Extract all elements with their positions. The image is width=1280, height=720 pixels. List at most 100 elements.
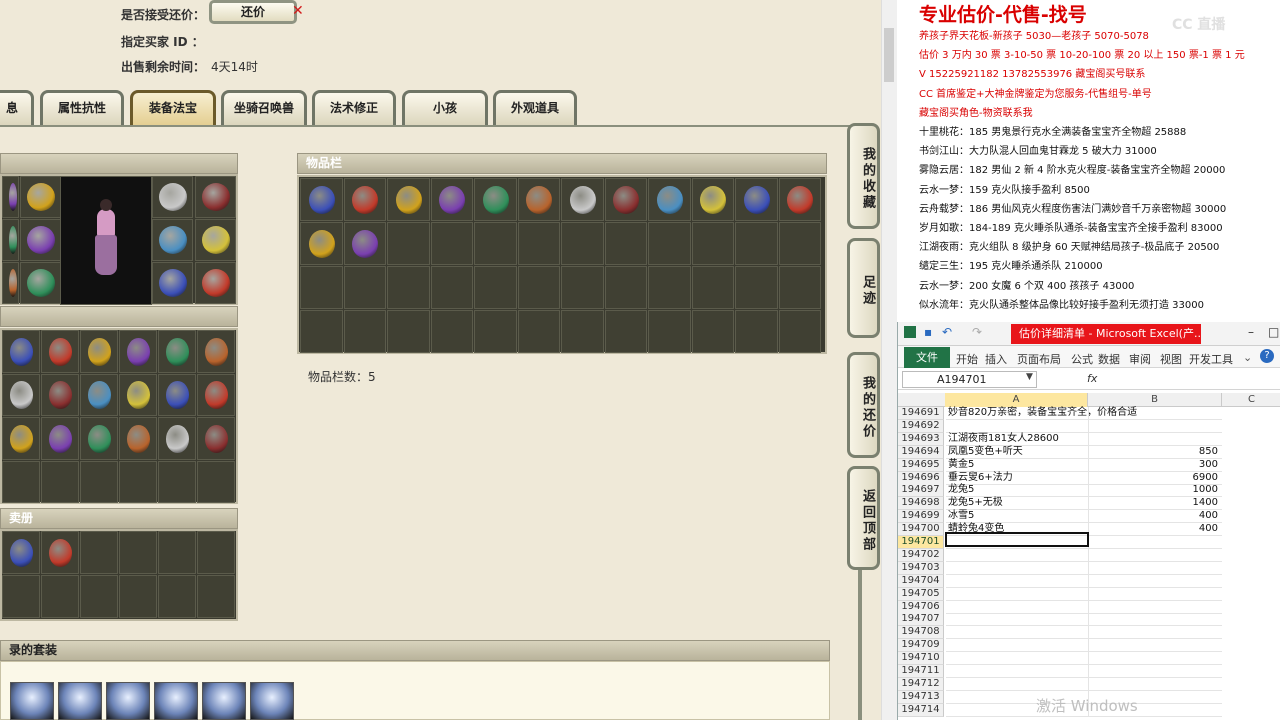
cell-b[interactable]: [1088, 407, 1222, 420]
item-slot[interactable]: [604, 310, 647, 353]
item-slot[interactable]: [158, 531, 196, 574]
cell-a[interactable]: [946, 575, 1088, 588]
item-slot[interactable]: [197, 531, 235, 574]
item-slot[interactable]: [158, 373, 196, 416]
column-header-a[interactable]: A: [945, 393, 1088, 407]
item-slot[interactable]: [80, 460, 118, 503]
my-favorites-button[interactable]: 我的收藏: [847, 123, 880, 229]
item-slot[interactable]: [41, 330, 79, 373]
row-number[interactable]: 194695: [898, 458, 944, 472]
item-slot[interactable]: [2, 373, 40, 416]
cell-b[interactable]: [1088, 419, 1222, 433]
page-scrollbar-thumb[interactable]: [884, 28, 894, 82]
fx-icon[interactable]: fx: [1087, 372, 1097, 385]
row-number[interactable]: 194698: [898, 497, 944, 511]
row-number[interactable]: 194700: [898, 523, 944, 537]
ribbon-collapse-icon[interactable]: ⌄: [1243, 351, 1252, 364]
row-number[interactable]: 194705: [898, 587, 944, 601]
ribbon-tab[interactable]: 插入: [985, 351, 1007, 367]
item-slot[interactable]: [430, 310, 473, 353]
cell-b[interactable]: [1088, 432, 1222, 446]
item-slot[interactable]: [300, 266, 343, 309]
item-slot[interactable]: [80, 575, 118, 618]
cell-b[interactable]: [1088, 639, 1222, 653]
tab-info[interactable]: 息: [0, 90, 34, 125]
cell-a[interactable]: [946, 639, 1088, 653]
equipment-slot[interactable]: [20, 262, 61, 304]
cell-b[interactable]: [1088, 613, 1222, 627]
ribbon-tab[interactable]: 开始: [956, 351, 978, 367]
cell-b[interactable]: 1400: [1088, 497, 1222, 511]
cell-b[interactable]: 300: [1088, 458, 1222, 472]
item-slot[interactable]: [430, 266, 473, 309]
item-slot[interactable]: [119, 531, 157, 574]
item-slot[interactable]: [119, 330, 157, 373]
item-slot[interactable]: [158, 417, 196, 460]
item-slot[interactable]: [648, 178, 691, 221]
file-tab[interactable]: 文件: [904, 347, 950, 368]
save-icon[interactable]: ▪: [924, 325, 932, 339]
item-slot[interactable]: [430, 178, 473, 221]
cell-b[interactable]: [1088, 587, 1222, 601]
row-number[interactable]: 194691: [898, 407, 944, 420]
item-slot[interactable]: [778, 178, 821, 221]
cell-b[interactable]: [1088, 626, 1222, 640]
equipment-slot[interactable]: [152, 219, 193, 261]
tab-children[interactable]: 小孩: [402, 90, 488, 125]
cell-b[interactable]: [1088, 536, 1222, 549]
item-slot[interactable]: [474, 310, 517, 353]
row-number[interactable]: 194693: [898, 432, 944, 446]
item-slot[interactable]: [474, 178, 517, 221]
row-number[interactable]: 194710: [898, 652, 944, 666]
row-number[interactable]: 194708: [898, 626, 944, 640]
item-slot[interactable]: [387, 222, 430, 265]
item-slot[interactable]: [2, 417, 40, 460]
item-slot[interactable]: [80, 373, 118, 416]
item-slot[interactable]: [474, 222, 517, 265]
cell-a[interactable]: 龙兔5: [946, 484, 1088, 498]
row-number[interactable]: 194696: [898, 471, 944, 485]
cell-a[interactable]: 龙兔5+无极: [946, 497, 1088, 511]
item-slot[interactable]: [158, 330, 196, 373]
ribbon-tab[interactable]: 开发工具: [1189, 351, 1233, 367]
cell-a[interactable]: [946, 562, 1088, 575]
active-cell[interactable]: [945, 532, 1089, 547]
my-haggles-button[interactable]: 我的还价: [847, 352, 880, 458]
item-slot[interactable]: [2, 460, 40, 503]
suit-icon[interactable]: [250, 682, 294, 720]
item-slot[interactable]: [119, 417, 157, 460]
name-box[interactable]: A194701: [902, 371, 1037, 388]
item-slot[interactable]: [387, 266, 430, 309]
name-box-dropdown-icon[interactable]: ▼: [1026, 372, 1033, 382]
cell-a[interactable]: 冰雪5: [946, 510, 1088, 524]
row-number[interactable]: 194701: [898, 536, 944, 549]
item-slot[interactable]: [387, 178, 430, 221]
item-slot[interactable]: [197, 417, 235, 460]
item-slot[interactable]: [300, 178, 343, 221]
row-number[interactable]: 194703: [898, 561, 944, 575]
ribbon-tab[interactable]: 审阅: [1129, 351, 1151, 367]
cell-a[interactable]: [946, 549, 1088, 562]
item-slot[interactable]: [778, 310, 821, 353]
row-number[interactable]: 194709: [898, 639, 944, 653]
item-slot[interactable]: [778, 222, 821, 265]
ribbon-tab[interactable]: 视图: [1160, 351, 1182, 367]
item-slot[interactable]: [778, 266, 821, 309]
item-slot[interactable]: [41, 460, 79, 503]
cell-a[interactable]: [946, 588, 1088, 601]
row-number[interactable]: 194694: [898, 445, 944, 459]
equipment-slot[interactable]: [2, 219, 19, 261]
item-slot[interactable]: [691, 222, 734, 265]
ribbon-tab[interactable]: 公式: [1071, 351, 1093, 367]
equipment-slot[interactable]: [195, 176, 236, 218]
item-slot[interactable]: [387, 310, 430, 353]
item-slot[interactable]: [604, 178, 647, 221]
suit-icon[interactable]: [10, 682, 54, 720]
equipment-slot[interactable]: [195, 219, 236, 261]
suit-icon[interactable]: [106, 682, 150, 720]
equipment-slot[interactable]: [20, 176, 61, 218]
row-number[interactable]: 194702: [898, 548, 944, 562]
minimize-icon[interactable]: –: [1248, 325, 1254, 339]
item-slot[interactable]: [41, 373, 79, 416]
item-slot[interactable]: [430, 222, 473, 265]
